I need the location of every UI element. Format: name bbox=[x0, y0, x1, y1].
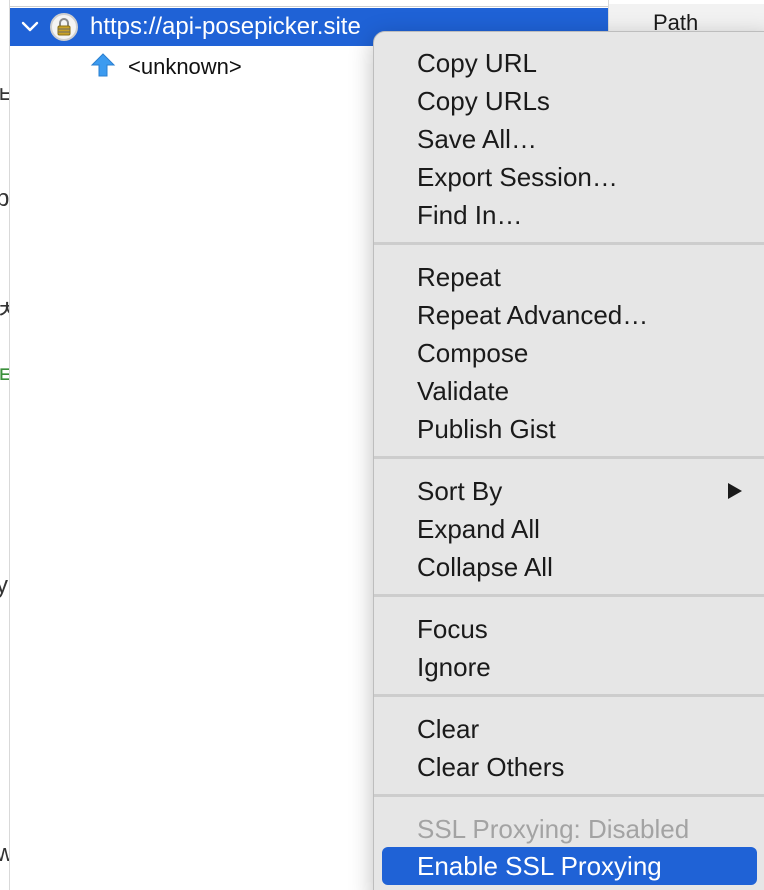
menu-item-expand-all[interactable]: Expand All bbox=[374, 510, 764, 548]
lock-icon bbox=[50, 13, 78, 41]
menu-item-ignore[interactable]: Ignore bbox=[374, 648, 764, 686]
menu-item-compose[interactable]: Compose bbox=[374, 334, 764, 372]
menu-item-enable-ssl-proxying[interactable]: Enable SSL Proxying bbox=[382, 847, 757, 885]
menu-separator bbox=[374, 694, 764, 697]
menu-item-save-all[interactable]: Save All… bbox=[374, 120, 764, 158]
menu-item-copy-url[interactable]: Copy URL bbox=[374, 44, 764, 82]
menu-separator bbox=[374, 242, 764, 245]
menu-item-collapse-all[interactable]: Collapse All bbox=[374, 548, 764, 586]
gutter-glyph: ㅌ bbox=[0, 355, 9, 390]
menu-separator bbox=[374, 794, 764, 797]
menu-item-publish-gist[interactable]: Publish Gist bbox=[374, 410, 764, 448]
menu-item-ssl-proxying-status: SSL Proxying: Disabled bbox=[417, 814, 690, 844]
menu-item-export-session[interactable]: Export Session… bbox=[374, 158, 764, 196]
chevron-down-icon[interactable] bbox=[10, 8, 50, 46]
menu-item-repeat-advanced[interactable]: Repeat Advanced… bbox=[374, 296, 764, 334]
left-gutter: ㅂ p ㅊ ㅌ y l w bbox=[0, 0, 10, 890]
menu-item-clear-others[interactable]: Clear Others bbox=[374, 748, 764, 786]
arrow-up-icon bbox=[90, 52, 116, 83]
menu-item-find-in[interactable]: Find In… bbox=[374, 196, 764, 234]
menu-item-copy-urls[interactable]: Copy URLs bbox=[374, 82, 764, 120]
menu-item-clear[interactable]: Clear bbox=[374, 710, 764, 748]
menu-item-validate[interactable]: Validate bbox=[374, 372, 764, 410]
menu-item-focus[interactable]: Focus bbox=[374, 610, 764, 648]
menu-item-sort-by[interactable]: Sort By bbox=[374, 472, 764, 510]
gutter-glyph: ㅊ bbox=[0, 290, 9, 325]
menu-separator bbox=[374, 456, 764, 459]
menu-item-repeat[interactable]: Repeat bbox=[374, 258, 764, 296]
gutter-glyph: l bbox=[0, 782, 1, 810]
tree-row-previous[interactable] bbox=[10, 0, 608, 7]
charles-proxy-window: ㅂ p ㅊ ㅌ y l w https://api-posepic bbox=[0, 0, 764, 890]
submenu-arrow-icon bbox=[728, 483, 742, 499]
gutter-glyph: p bbox=[0, 185, 9, 213]
menu-item-sort-by-label: Sort By bbox=[417, 476, 503, 506]
tree-row-child[interactable]: <unknown> bbox=[90, 48, 242, 86]
context-menu: Copy URL Copy URLs Save All… Export Sess… bbox=[373, 31, 764, 890]
gutter-glyph: y bbox=[0, 572, 8, 600]
gutter-glyph: ㅂ bbox=[0, 75, 9, 110]
child-label: <unknown> bbox=[128, 54, 242, 79]
host-label: https://api-posepicker.site bbox=[90, 13, 361, 40]
menu-separator bbox=[374, 594, 764, 597]
gutter-glyph: w bbox=[0, 840, 9, 868]
